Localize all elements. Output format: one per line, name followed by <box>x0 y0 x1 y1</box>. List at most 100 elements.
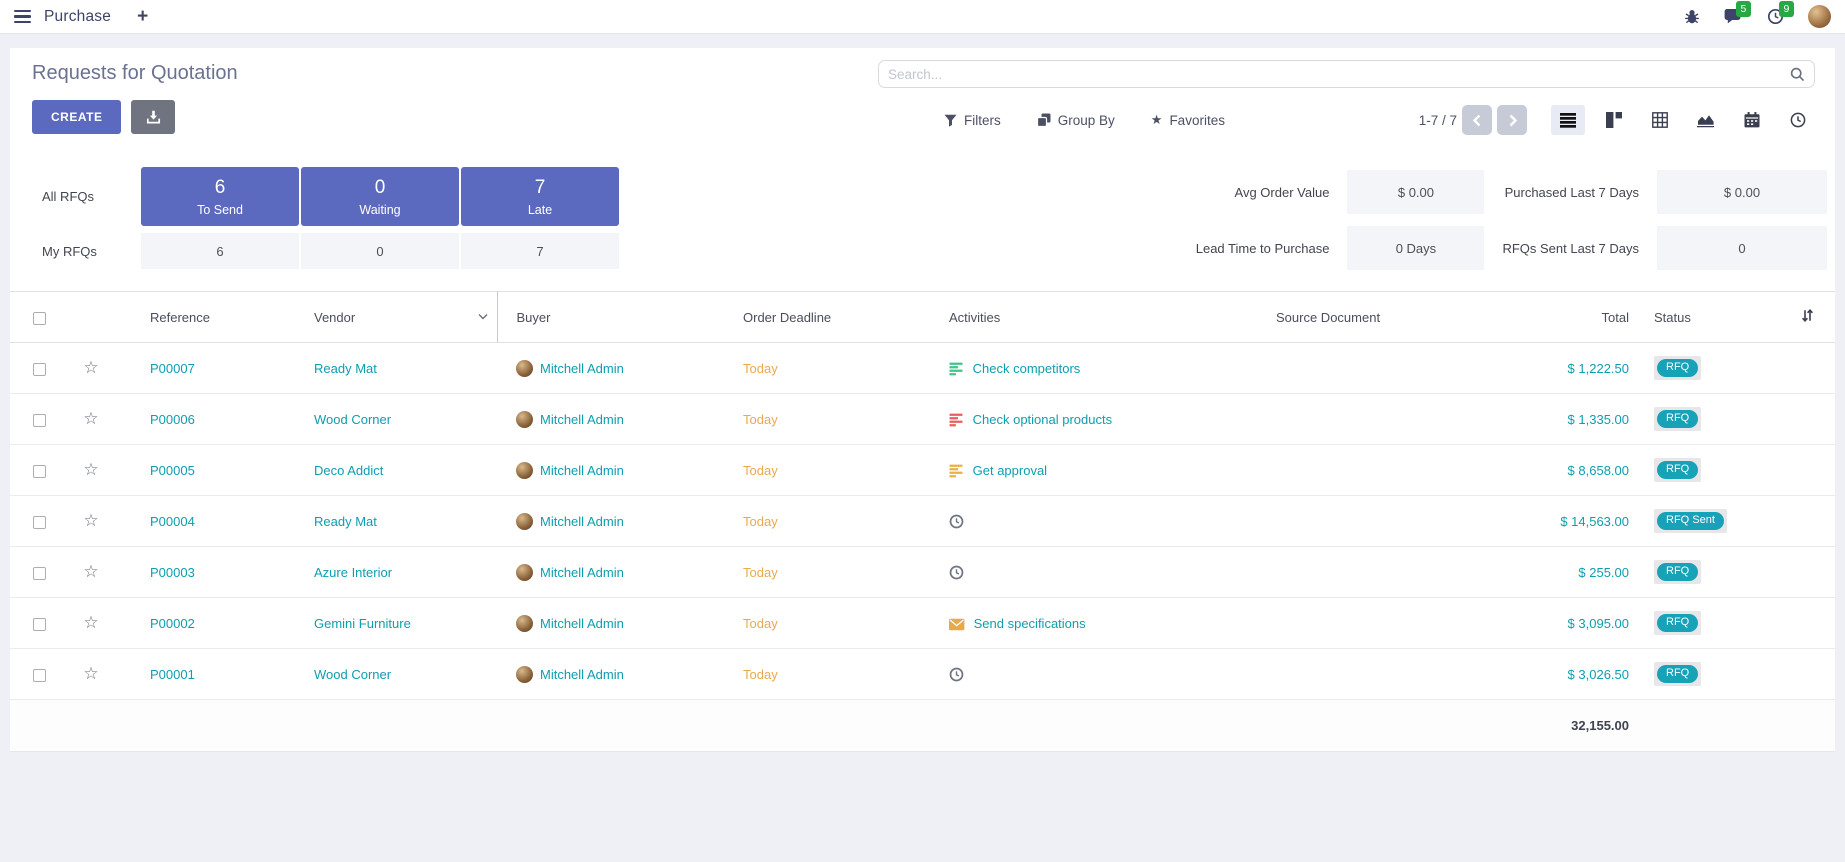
column-header-source[interactable]: Source Document <box>1272 292 1520 343</box>
activity-tasks-icon[interactable] <box>949 413 964 427</box>
table-row[interactable]: ☆ P00004 Ready Mat Mitchell Admin Today <box>10 496 1835 547</box>
reference-link[interactable]: P00004 <box>150 514 195 529</box>
column-header-buyer[interactable]: Buyer <box>497 292 739 343</box>
vendor-link[interactable]: Gemini Furniture <box>314 616 411 631</box>
favorite-star-icon[interactable]: ☆ <box>83 460 98 479</box>
activity-tasks-icon[interactable] <box>949 362 964 376</box>
graph-view-button[interactable] <box>1689 105 1723 135</box>
status-pill: RFQ <box>1657 410 1698 428</box>
search-input[interactable] <box>888 67 1790 82</box>
table-row[interactable]: ☆ P00005 Deco Addict Mitchell Admin Toda… <box>10 445 1835 496</box>
reference-link[interactable]: P00005 <box>150 463 195 478</box>
row-checkbox[interactable] <box>33 465 46 478</box>
apps-menu-icon[interactable] <box>14 10 31 24</box>
favorite-star-icon[interactable]: ☆ <box>83 511 98 530</box>
table-row[interactable]: ☆ P00002 Gemini Furniture Mitchell Admin… <box>10 598 1835 649</box>
new-tab-plus-icon[interactable]: + <box>137 7 148 26</box>
calendar-view-button[interactable] <box>1735 105 1769 135</box>
vendor-link[interactable]: Azure Interior <box>314 565 392 580</box>
row-checkbox[interactable] <box>33 618 46 631</box>
activity-link[interactable]: Check optional products <box>973 412 1112 427</box>
my-waiting-count[interactable]: 0 <box>301 233 459 269</box>
search-icon[interactable] <box>1790 67 1805 82</box>
vendor-link[interactable]: Wood Corner <box>314 667 391 682</box>
pager-previous-button[interactable] <box>1462 105 1492 135</box>
buyer-link[interactable]: Mitchell Admin <box>540 463 624 478</box>
table-row[interactable]: ☆ P00001 Wood Corner Mitchell Admin Toda… <box>10 649 1835 700</box>
vendor-link[interactable]: Ready Mat <box>314 514 377 529</box>
activity-tasks-icon[interactable] <box>949 464 964 478</box>
table-row[interactable]: ☆ P00007 Ready Mat Mitchell Admin Today … <box>10 343 1835 394</box>
buyer-link[interactable]: Mitchell Admin <box>540 412 624 427</box>
activity-clock-icon[interactable] <box>949 667 964 682</box>
activity-envelope-icon[interactable] <box>949 618 965 631</box>
vendor-link[interactable]: Wood Corner <box>314 412 391 427</box>
reference-link[interactable]: P00003 <box>150 565 195 580</box>
pager-next-button[interactable] <box>1497 105 1527 135</box>
row-checkbox[interactable] <box>33 414 46 427</box>
filters-button[interactable]: Filters <box>944 113 1001 128</box>
buyer-link[interactable]: Mitchell Admin <box>540 361 624 376</box>
activity-link[interactable]: Check competitors <box>973 361 1081 376</box>
favorite-star-icon[interactable]: ☆ <box>83 562 98 581</box>
activity-link[interactable]: Get approval <box>973 463 1047 478</box>
activity-clock-icon[interactable] <box>949 514 964 529</box>
buyer-link[interactable]: Mitchell Admin <box>540 616 624 631</box>
buyer-avatar <box>516 615 533 632</box>
select-all-checkbox[interactable] <box>33 312 46 325</box>
create-button[interactable]: CREATE <box>32 100 121 134</box>
status-badge: RFQ <box>1654 560 1701 584</box>
column-header-reference[interactable]: Reference <box>114 292 310 343</box>
vendor-sort-caret-icon[interactable] <box>478 314 488 321</box>
activities-badge: 9 <box>1779 1 1794 17</box>
kpi-card-late[interactable]: 7Late <box>461 167 619 226</box>
column-header-status[interactable]: Status <box>1635 292 1780 343</box>
activity-view-button[interactable] <box>1781 105 1815 135</box>
table-row[interactable]: ☆ P00003 Azure Interior Mitchell Admin T… <box>10 547 1835 598</box>
buyer-link[interactable]: Mitchell Admin <box>540 565 624 580</box>
list-view-button[interactable] <box>1551 105 1585 135</box>
app-name[interactable]: Purchase <box>44 8 111 26</box>
optional-columns-icon[interactable] <box>1800 308 1815 323</box>
favorite-star-icon[interactable]: ☆ <box>83 358 98 377</box>
buyer-link[interactable]: Mitchell Admin <box>540 514 624 529</box>
debug-bug-icon[interactable] <box>1684 9 1700 25</box>
row-checkbox[interactable] <box>33 669 46 682</box>
column-header-activities[interactable]: Activities <box>945 292 1272 343</box>
pivot-view-button[interactable] <box>1643 105 1677 135</box>
table-body: ☆ P00007 Ready Mat Mitchell Admin Today … <box>10 343 1835 700</box>
reference-link[interactable]: P00001 <box>150 667 195 682</box>
table-row[interactable]: ☆ P00006 Wood Corner Mitchell Admin Toda… <box>10 394 1835 445</box>
row-checkbox[interactable] <box>33 516 46 529</box>
column-header-deadline[interactable]: Order Deadline <box>739 292 945 343</box>
favorites-button[interactable]: ★ Favorites <box>1151 112 1225 128</box>
reference-link[interactable]: P00002 <box>150 616 195 631</box>
column-header-total[interactable]: Total <box>1520 292 1635 343</box>
row-checkbox[interactable] <box>33 363 46 376</box>
reference-link[interactable]: P00007 <box>150 361 195 376</box>
activity-link[interactable]: Send specifications <box>974 616 1086 631</box>
favorite-star-icon[interactable]: ☆ <box>83 409 98 428</box>
buyer-link[interactable]: Mitchell Admin <box>540 667 624 682</box>
row-checkbox[interactable] <box>33 567 46 580</box>
messages-icon[interactable]: 5 <box>1724 8 1743 25</box>
reference-link[interactable]: P00006 <box>150 412 195 427</box>
column-header-vendor[interactable]: Vendor <box>310 292 497 343</box>
user-avatar[interactable] <box>1808 5 1831 28</box>
activity-clock-icon[interactable] <box>949 565 964 580</box>
kanban-view-button[interactable] <box>1597 105 1631 135</box>
kpi-card-to-send[interactable]: 6To Send <box>141 167 299 226</box>
my-late-count[interactable]: 7 <box>461 233 619 269</box>
search-bar[interactable] <box>878 60 1815 88</box>
vendor-link[interactable]: Deco Addict <box>314 463 383 478</box>
export-button[interactable] <box>131 100 175 134</box>
favorite-star-icon[interactable]: ☆ <box>83 664 98 683</box>
status-pill: RFQ <box>1657 359 1698 377</box>
order-deadline: Today <box>743 565 778 580</box>
kpi-card-waiting[interactable]: 0Waiting <box>301 167 459 226</box>
activities-clock-icon[interactable]: 9 <box>1767 8 1784 25</box>
my-to-send-count[interactable]: 6 <box>141 233 299 269</box>
vendor-link[interactable]: Ready Mat <box>314 361 377 376</box>
favorite-star-icon[interactable]: ☆ <box>83 613 98 632</box>
group-by-button[interactable]: Group By <box>1037 113 1115 128</box>
